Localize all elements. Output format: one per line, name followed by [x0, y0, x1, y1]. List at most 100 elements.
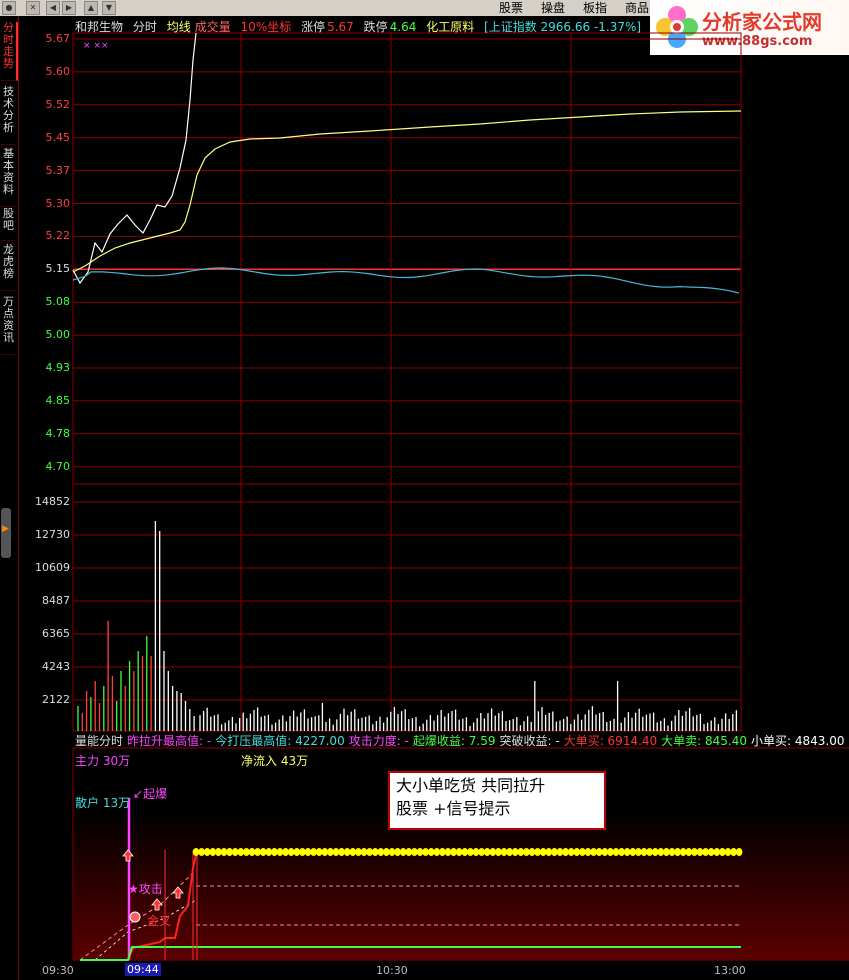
jincha-label: 金叉 — [147, 914, 172, 928]
price-tick-label: 5.45 — [45, 130, 71, 144]
indicator-item: 今打压最高值: 4227.00 — [215, 734, 345, 748]
yellow-dot — [691, 848, 698, 856]
yellow-dot — [416, 848, 424, 856]
yellow-dot — [450, 848, 457, 856]
indicator-item: 大单买: 6914.40 — [563, 734, 658, 748]
yellow-dot — [495, 848, 502, 856]
yellow-dot — [736, 848, 743, 856]
volume-tick-label: 8487 — [42, 594, 70, 607]
volume-tick-label: 2122 — [42, 693, 70, 706]
yellow-dot — [540, 848, 547, 856]
yellow-dot — [209, 848, 216, 856]
yellow-dot — [260, 848, 267, 856]
yellow-dot — [316, 848, 323, 856]
yellow-dot — [332, 848, 340, 856]
yellow-dot — [724, 848, 732, 856]
yellow-dot — [646, 848, 653, 856]
yellow-dot — [461, 848, 468, 856]
yellow-dot — [657, 848, 664, 856]
qibao-label: ↙起爆 — [133, 787, 168, 801]
yellow-dot — [573, 848, 580, 856]
yellow-dot — [719, 848, 726, 856]
yellow-dot — [349, 848, 356, 856]
price-tick-label: 4.78 — [45, 426, 71, 440]
main-force-label: 主力 30万 — [75, 754, 131, 768]
yellow-dot — [422, 848, 429, 856]
ball-icon — [129, 911, 141, 923]
yellow-dot — [400, 848, 407, 856]
yellow-dot — [405, 848, 412, 856]
price-tick-label: 5.15 — [45, 262, 71, 276]
yellow-dot — [243, 848, 250, 856]
yellow-dot — [220, 848, 228, 856]
yellow-dot — [192, 848, 200, 856]
price-tick-label: 4.93 — [45, 361, 71, 374]
yellow-dot — [484, 848, 491, 856]
price-tick-label: 5.00 — [45, 328, 71, 342]
yellow-dot — [702, 848, 709, 856]
yellow-dot — [377, 848, 384, 856]
yellow-dot — [696, 848, 704, 856]
yellow-dot — [444, 848, 452, 856]
yellow-dot — [344, 848, 351, 856]
yellow-dot — [304, 848, 312, 856]
price-tick-label: 4.85 — [45, 393, 71, 407]
yellow-dot — [601, 848, 608, 856]
time-end: 13:00 — [714, 964, 746, 977]
yellow-dot — [293, 848, 300, 856]
yellow-dot — [685, 848, 692, 856]
price-tick-label: 5.52 — [45, 97, 71, 111]
yellow-dot — [635, 848, 642, 856]
price-line — [72, 32, 197, 285]
yellow-dot — [271, 848, 278, 856]
yellow-dot — [282, 848, 289, 856]
yellow-dot — [612, 848, 620, 856]
time-cursor[interactable]: 09:44 — [125, 963, 161, 976]
yellow-dot — [439, 848, 446, 856]
yellow-dot — [276, 848, 284, 856]
annotation-line-2: 股票 +信号提示 — [396, 799, 511, 818]
price-tick-label: 5.67 — [45, 32, 71, 45]
volume-tick-label: 4243 — [42, 660, 70, 673]
yellow-dot — [478, 848, 485, 856]
yellow-dot — [394, 848, 401, 856]
volume-tick-label: 10609 — [35, 561, 70, 574]
yellow-dot — [226, 848, 233, 856]
index-line — [72, 267, 740, 294]
yellow-dot — [668, 848, 676, 856]
retail-label: 散户 13万 — [75, 796, 131, 810]
yellow-dot — [517, 848, 524, 856]
yellow-dot — [713, 848, 720, 856]
yellow-dot — [579, 848, 586, 856]
yellow-dot — [248, 848, 256, 856]
yellow-dot — [640, 848, 648, 856]
net-inflow-label: 净流入 43万 — [241, 754, 309, 768]
yellow-dot — [433, 848, 440, 856]
yellow-dot — [215, 848, 222, 856]
yellow-dot — [366, 848, 373, 856]
yellow-dot — [232, 848, 239, 856]
yellow-dot — [327, 848, 334, 856]
indicator-item: 突破收益: - — [499, 734, 560, 748]
price-tick-label: 5.22 — [45, 229, 71, 243]
yellow-dot — [254, 848, 261, 856]
indicator-item: 攻击力度: - — [348, 734, 409, 748]
chart-canvas[interactable]: × ×× — [0, 0, 849, 980]
time-start: 09:30 — [42, 964, 74, 977]
yellow-dot — [338, 848, 345, 856]
yellow-dot — [204, 848, 211, 856]
volume-tick-label: 6365 — [42, 627, 70, 640]
yellow-dot — [545, 848, 552, 856]
yellow-dot — [237, 848, 244, 856]
yellow-dot — [299, 848, 306, 856]
yellow-dot — [467, 848, 474, 856]
annotation-line-1: 大小单吃货 共同拉升 — [396, 776, 546, 795]
yellow-dot — [584, 848, 592, 856]
indicator-item: 昨拉升最高值: - — [127, 734, 212, 748]
yellow-dot — [456, 848, 463, 856]
price-tick-label: 5.37 — [45, 163, 71, 177]
yellow-dot — [708, 848, 715, 856]
yellow-dot — [590, 848, 597, 856]
yellow-dot — [562, 848, 569, 856]
yellow-dot — [388, 848, 396, 856]
